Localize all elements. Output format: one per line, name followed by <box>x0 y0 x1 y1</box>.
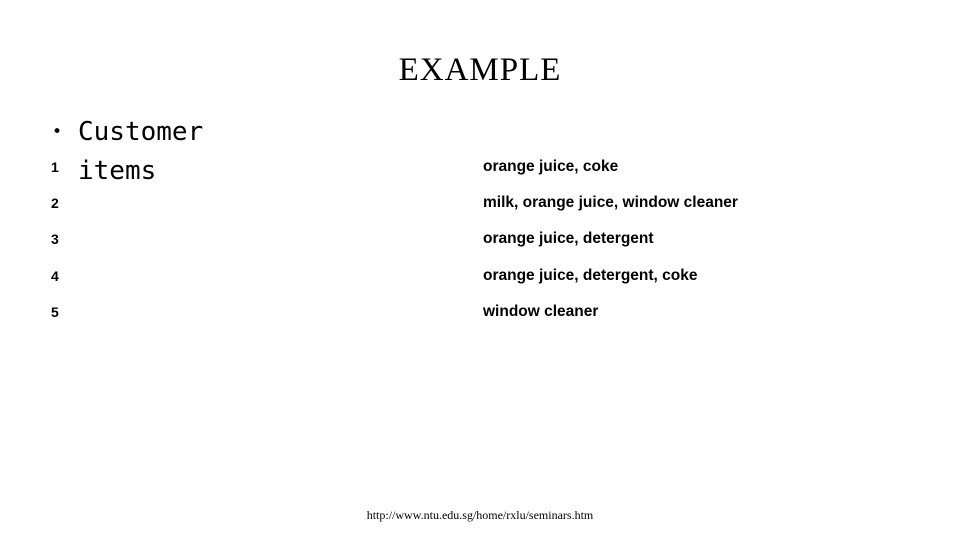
transaction-table: 1 orange juice, coke 2 milk, orange juic… <box>0 156 960 337</box>
transaction-number: 3 <box>51 231 59 248</box>
slide-canvas: EXAMPLE • Customer items 1 orange juice, … <box>0 0 960 540</box>
transaction-number: 1 <box>51 159 59 175</box>
transaction-number: 4 <box>51 267 59 284</box>
transaction-number: 5 <box>51 303 59 320</box>
bullet-header-line-1: • Customer <box>52 113 292 152</box>
table-row: 1 orange juice, coke <box>0 156 960 192</box>
transaction-items: orange juice, detergent <box>483 230 654 248</box>
transaction-number: 2 <box>51 195 59 212</box>
table-row: 4 orange juice, detergent, coke <box>0 265 960 301</box>
transaction-items: orange juice, detergent, coke <box>483 266 698 284</box>
page-title: EXAMPLE <box>398 52 562 88</box>
table-row: 3 orange juice, detergent <box>0 228 960 264</box>
table-row: 5 window cleaner <box>0 301 960 337</box>
bullet-header-label-customer: Customer <box>78 117 204 147</box>
transaction-items: window cleaner <box>483 302 599 320</box>
transaction-items: orange juice, coke <box>483 158 619 175</box>
footer-source-url: http://www.ntu.edu.sg/home/rxlu/seminars… <box>366 508 594 522</box>
bullet-point-icon: • <box>52 122 63 142</box>
table-row: 2 milk, orange juice, window cleaner <box>0 192 960 228</box>
transaction-items: milk, orange juice, window cleaner <box>483 194 738 212</box>
